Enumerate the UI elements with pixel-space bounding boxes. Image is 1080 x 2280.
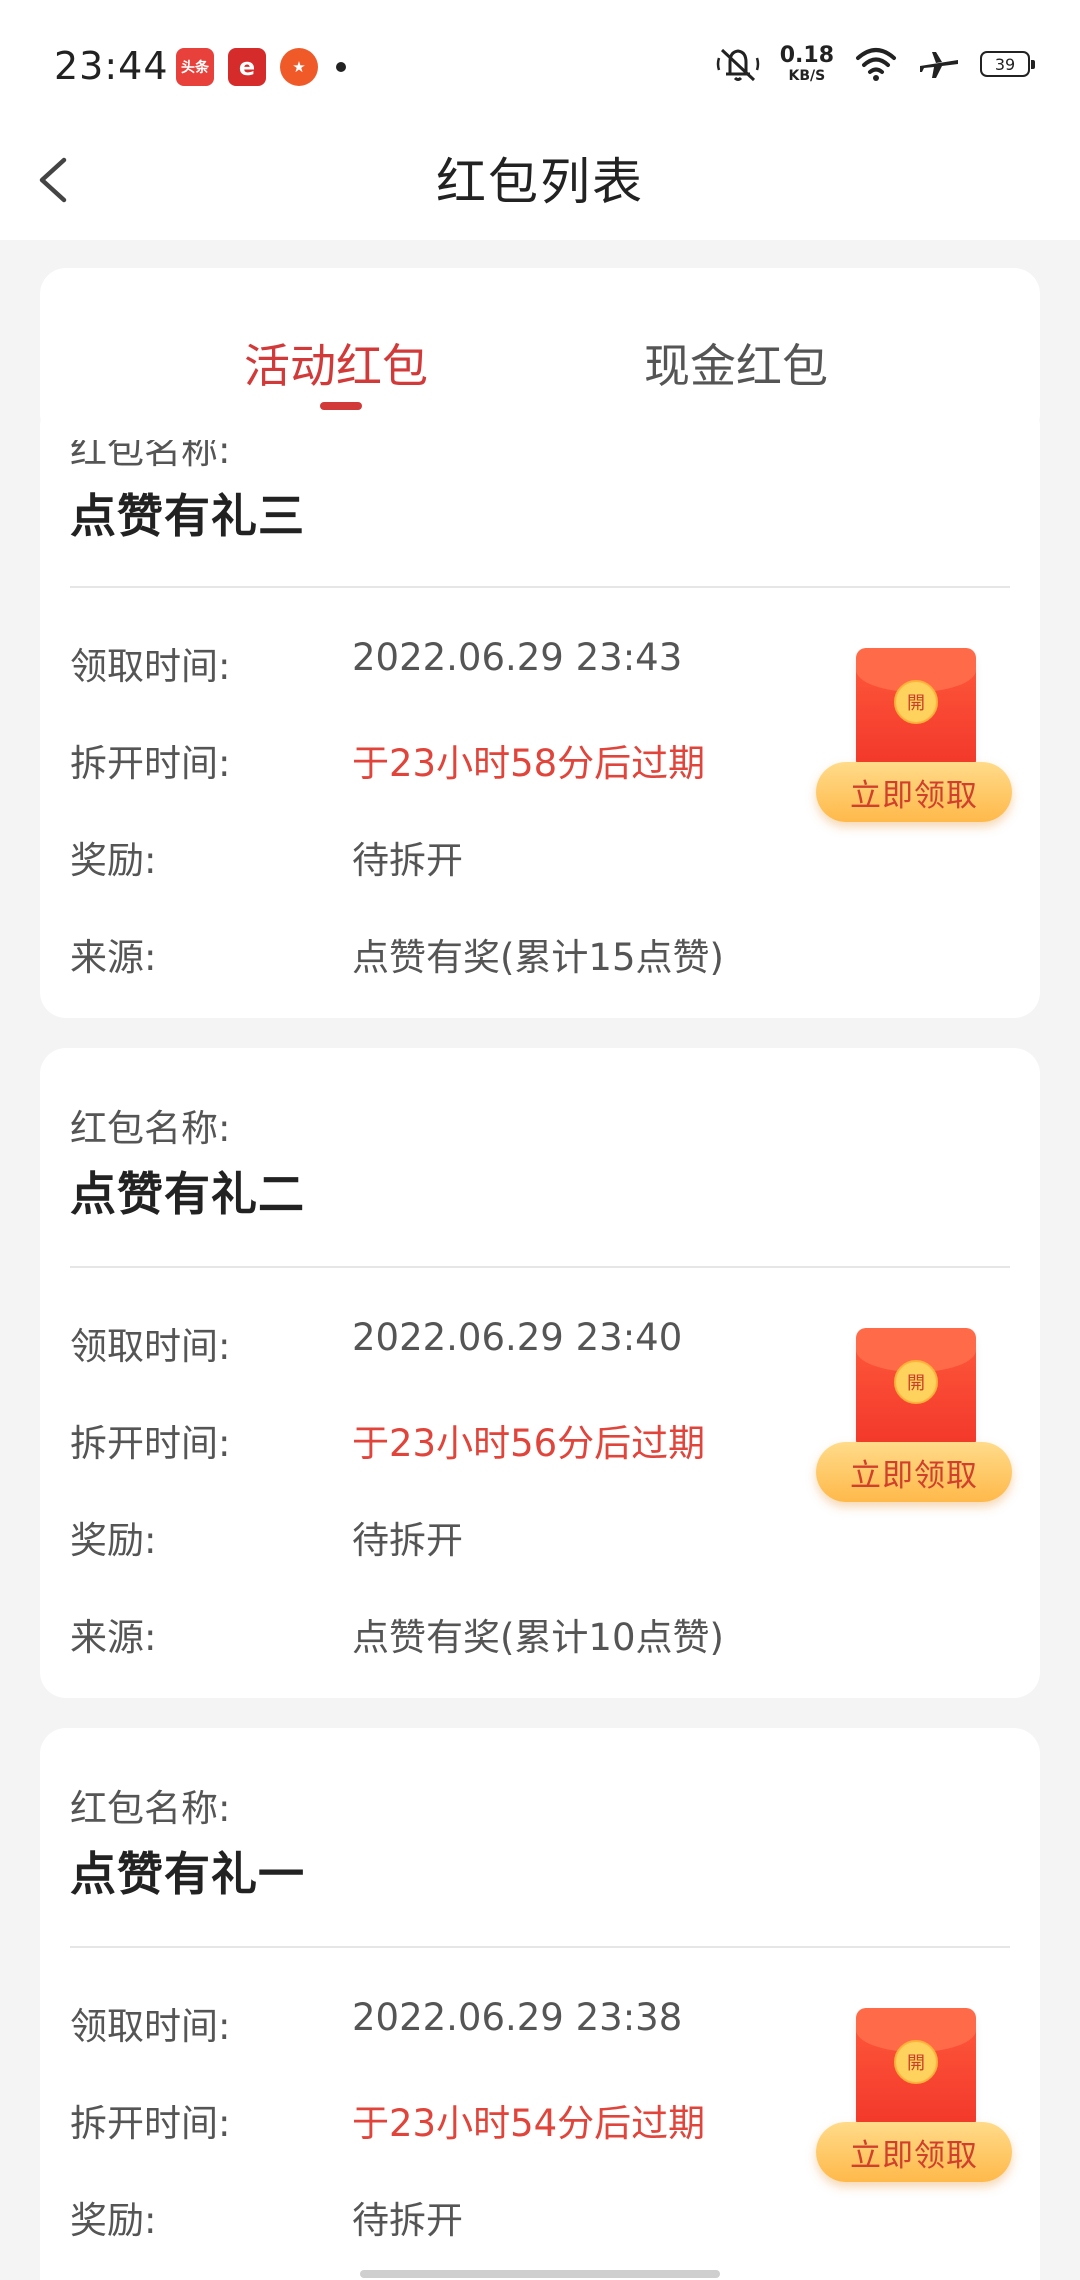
reward-value: 待拆开 (352, 1519, 463, 1562)
redpacket-card: 红包名称: 点赞有礼二 领取时间: 2022.06.29 23:40 拆开时间:… (40, 1048, 1040, 1698)
divider (70, 1946, 1010, 1948)
airplane-mode-icon (920, 52, 958, 78)
envelope-seal-icon: 開 (894, 680, 938, 724)
game-app-icon: ★ (280, 48, 318, 86)
redpacket-card: 红包名称: 点赞有礼一 领取时间: 2022.06.29 23:38 拆开时间:… (40, 1728, 1040, 2280)
system-icons: 0.18 KB/S 39 (716, 43, 1035, 84)
envelope-seal-icon: 開 (894, 1360, 938, 1404)
receive-time-value: 2022.06.29 23:43 (352, 636, 683, 679)
tab-cash-redpacket[interactable]: 现金红包 (644, 330, 828, 396)
source-value: 点赞有奖(累计15点赞) (352, 936, 724, 979)
status-time: 23:44 (54, 44, 169, 88)
divider (70, 1266, 1010, 1268)
redpacket-name-label: 红包名称: (70, 1107, 231, 1150)
reward-label: 奖励: (70, 2199, 157, 2242)
reward-value: 待拆开 (352, 839, 463, 882)
source-label: 来源: (70, 1616, 157, 1659)
redpacket-name-label: 红包名称: (70, 1787, 231, 1830)
more-notifications-dot-icon (336, 62, 346, 72)
claim-now-button[interactable]: 立即领取 (816, 762, 1012, 822)
redpacket-name: 点赞有礼一 (70, 1847, 305, 1901)
red-envelope-icon[interactable]: 開 (856, 648, 976, 772)
network-speed-unit: KB/S (788, 68, 826, 84)
page-title: 红包列表 (436, 153, 644, 211)
redpacket-name: 点赞有礼二 (70, 1167, 305, 1221)
app-header: 红包列表 (0, 130, 1080, 240)
claim-now-button[interactable]: 立即领取 (816, 1442, 1012, 1502)
notification-icons: 头条 e ★ (176, 48, 346, 86)
open-time-label: 拆开时间: (70, 742, 231, 785)
network-speed-value: 0.18 (779, 43, 834, 68)
active-tab-indicator (320, 402, 362, 410)
source-value: 点赞有奖(累计10点赞) (352, 1616, 724, 1659)
screen: 23:44 头条 e ★ 0.18 KB/S 39 红包列表 活动红包 现金红包… (0, 0, 1080, 2280)
wifi-icon (856, 48, 896, 81)
receive-time-value: 2022.06.29 23:38 (352, 1996, 683, 2039)
divider (70, 586, 1010, 588)
red-envelope-icon[interactable]: 開 (856, 1328, 976, 1452)
home-indicator[interactable] (360, 2270, 720, 2278)
source-label: 来源: (70, 936, 157, 979)
status-bar: 23:44 头条 e ★ 0.18 KB/S 39 (0, 0, 1080, 130)
receive-time-label: 领取时间: (70, 1325, 231, 1368)
epaper-app-icon: e (228, 48, 266, 86)
open-time-label: 拆开时间: (70, 2102, 231, 2145)
battery-icon: 39 (980, 51, 1035, 77)
reward-label: 奖励: (70, 1519, 157, 1562)
reward-value: 待拆开 (352, 2199, 463, 2242)
redpacket-card: 红包名称: 点赞有礼三 领取时间: 2022.06.29 23:43 拆开时间:… (40, 400, 1040, 1018)
toutiao-app-icon: 头条 (176, 48, 214, 86)
receive-time-label: 领取时间: (70, 2005, 231, 2048)
red-envelope-icon[interactable]: 開 (856, 2008, 976, 2132)
reward-label: 奖励: (70, 839, 157, 882)
mute-bell-icon (716, 48, 759, 82)
network-speed: 0.18 KB/S (779, 43, 834, 84)
open-time-value: 于23小时54分后过期 (352, 2102, 706, 2145)
tab-bar: 活动红包 现金红包 (40, 268, 1040, 440)
receive-time-value: 2022.06.29 23:40 (352, 1316, 683, 1359)
receive-time-label: 领取时间: (70, 645, 231, 688)
claim-now-button[interactable]: 立即领取 (816, 2122, 1012, 2182)
open-time-value: 于23小时58分后过期 (352, 742, 706, 785)
envelope-seal-icon: 開 (894, 2040, 938, 2084)
open-time-value: 于23小时56分后过期 (352, 1422, 706, 1465)
tab-activity-redpacket[interactable]: 活动红包 (244, 330, 428, 396)
redpacket-name: 点赞有礼三 (70, 489, 305, 543)
open-time-label: 拆开时间: (70, 1422, 231, 1465)
